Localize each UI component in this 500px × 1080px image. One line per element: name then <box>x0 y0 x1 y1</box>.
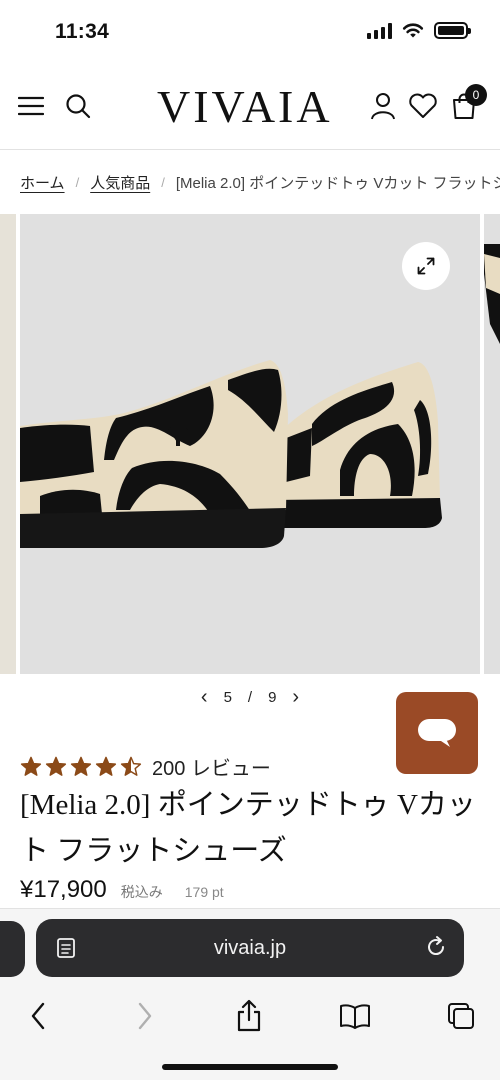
browser-bottom-bar: vivaia.jp <box>0 908 500 1080</box>
star-full-icon <box>70 756 92 776</box>
address-bar[interactable]: vivaia.jp <box>36 919 464 977</box>
chat-bubble-icon <box>418 719 456 747</box>
heart-icon[interactable] <box>408 92 438 120</box>
star-full-icon <box>45 756 67 776</box>
cart-icon[interactable]: 0 <box>451 84 487 120</box>
product-price: ¥17,900 <box>20 876 107 903</box>
tabs-icon[interactable] <box>436 991 486 1041</box>
search-icon[interactable] <box>64 92 92 120</box>
site-header: VIVAIA 0 <box>0 66 500 150</box>
product-gallery[interactable] <box>0 214 500 676</box>
expand-icon[interactable] <box>402 242 450 290</box>
cellular-signal-icon <box>367 22 392 39</box>
product-title: [Melia 2.0] ポインテッドトゥ Vカット フラットシューズ <box>20 789 476 867</box>
home-indicator <box>162 1064 338 1070</box>
back-icon[interactable] <box>13 991 63 1041</box>
menu-icon[interactable] <box>18 93 44 119</box>
review-count[interactable]: 200 レビュー <box>152 752 271 781</box>
forward-icon[interactable] <box>120 991 170 1041</box>
pager-separator: / <box>247 688 253 706</box>
tax-note: 税込み <box>120 884 163 900</box>
product-image[interactable] <box>20 214 480 674</box>
breadcrumb-separator: / <box>161 174 165 190</box>
breadcrumb-home-link[interactable]: ホーム <box>20 172 65 193</box>
chevron-right-icon[interactable]: › <box>292 686 299 709</box>
pager-current: 5 <box>223 688 232 706</box>
previous-slide-peek[interactable] <box>0 214 16 674</box>
account-icon[interactable] <box>369 92 397 120</box>
battery-icon <box>434 22 471 39</box>
price-row: ¥17,900 税込み 179 pt <box>20 876 224 904</box>
reward-points: 179 pt <box>184 884 224 900</box>
cart-count-badge: 0 <box>465 84 487 106</box>
chat-button[interactable] <box>396 692 478 774</box>
status-time: 11:34 <box>55 20 110 43</box>
url-text[interactable]: vivaia.jp <box>214 937 286 960</box>
previous-tab-peek[interactable] <box>0 921 25 977</box>
breadcrumb-separator: / <box>75 174 80 190</box>
star-half-icon <box>120 756 142 776</box>
breadcrumb-category-link[interactable]: 人気商品 <box>90 172 150 193</box>
breadcrumb-current: [Melia 2.0] ポインテッドトゥ Vカット フラットシューズ <box>175 174 500 192</box>
pager-total: 9 <box>268 688 277 706</box>
next-slide-peek[interactable] <box>484 214 500 674</box>
reload-icon[interactable] <box>424 935 448 964</box>
product-rating[interactable]: 200 レビュー <box>20 752 271 781</box>
star-full-icon <box>95 756 117 776</box>
rating-stars <box>20 756 142 778</box>
wifi-icon <box>402 23 424 38</box>
bookmarks-icon[interactable] <box>330 991 380 1041</box>
status-bar: 11:34 <box>0 0 500 66</box>
reader-icon[interactable] <box>56 937 76 964</box>
star-full-icon <box>20 756 42 776</box>
chevron-left-icon[interactable]: ‹ <box>201 686 208 709</box>
status-icons <box>367 22 471 39</box>
share-icon[interactable] <box>224 991 274 1041</box>
breadcrumb: ホーム / 人気商品 / [Melia 2.0] ポインテッドトゥ Vカット フ… <box>0 150 500 214</box>
browser-toolbar <box>0 991 500 1041</box>
site-logo[interactable]: VIVAIA <box>157 80 333 133</box>
